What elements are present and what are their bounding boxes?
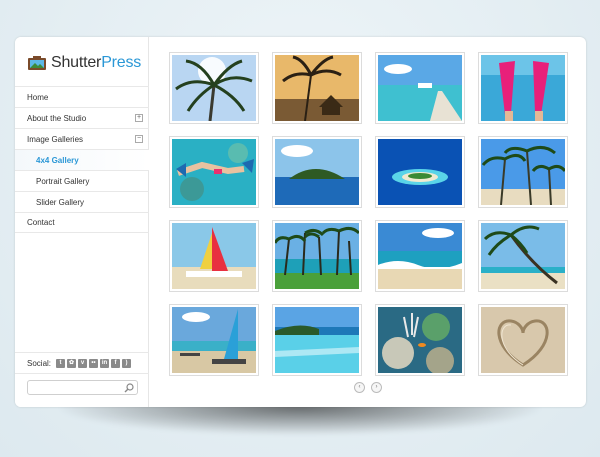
menu-item-label: Portrait Gallery xyxy=(36,176,90,186)
gallery-thumbnail[interactable] xyxy=(272,304,362,376)
gallery-thumbnail[interactable] xyxy=(375,304,465,376)
collapse-icon[interactable]: − xyxy=(135,135,143,143)
tumblr-icon[interactable]: t xyxy=(56,358,66,368)
rss-icon[interactable]: ) xyxy=(122,358,132,368)
gallery-thumbnail[interactable] xyxy=(272,220,362,292)
facebook-icon[interactable]: f xyxy=(111,358,121,368)
menu-item-label: Image Galleries xyxy=(27,134,84,144)
gallery-thumbnail[interactable] xyxy=(478,136,568,208)
menu-item-home[interactable]: Home xyxy=(15,86,149,107)
gallery-thumbnail[interactable] xyxy=(169,220,259,292)
prev-page-button[interactable]: ‹ xyxy=(354,382,365,393)
photo-heart-in-sand xyxy=(481,307,565,373)
social-label: Social: xyxy=(27,358,52,368)
photo-sailboat-beach xyxy=(172,223,256,289)
social-icons: t ✿ v •• in f) xyxy=(56,358,133,368)
gallery-thumbnail[interactable] xyxy=(478,304,568,376)
main-menu: Home About the Studio + Image Galleries − 4x4… xyxy=(15,86,149,233)
gallery-pager: ‹ › xyxy=(354,382,388,393)
menu-item-about-the-studio[interactable]: About the Studio + xyxy=(15,107,149,128)
menu-item-contact[interactable]: Contact xyxy=(15,212,149,233)
search-box xyxy=(27,380,138,398)
photo-catamaran-shore xyxy=(172,307,256,373)
photo-palm-sunset-hut xyxy=(275,55,359,121)
gallery-thumbnail[interactable] xyxy=(375,220,465,292)
gallery-thumbnail[interactable] xyxy=(375,136,465,208)
photo-coral-reef xyxy=(378,307,462,373)
photo-pier-sea xyxy=(378,55,462,121)
photo-palm-lined-shore xyxy=(275,223,359,289)
gallery-thumbnail[interactable] xyxy=(169,52,259,124)
main-panel: ShutterPress Home About the Studio + Image … xyxy=(15,37,586,407)
photo-leaning-palm xyxy=(481,223,565,289)
photo-atoll-aerial xyxy=(378,139,462,205)
logo-text: ShutterPress xyxy=(51,54,141,72)
menu-item-image-galleries[interactable]: Image Galleries − xyxy=(15,128,149,149)
camera-logo-icon xyxy=(27,55,47,71)
photo-wave-beach xyxy=(378,223,462,289)
gallery-thumbnail[interactable] xyxy=(169,136,259,208)
gallery-thumbnail[interactable] xyxy=(478,220,568,292)
photo-snorkeler-reef xyxy=(172,139,256,205)
menu-item-label: About the Studio xyxy=(27,113,87,123)
menu-item-label: Slider Gallery xyxy=(36,197,85,207)
site-logo[interactable]: ShutterPress xyxy=(27,52,141,74)
gallery-thumbnail[interactable] xyxy=(375,52,465,124)
sidebar: ShutterPress Home About the Studio + Image … xyxy=(15,37,149,407)
gallery-thumbnail[interactable] xyxy=(272,136,362,208)
linkedin-icon[interactable]: in xyxy=(100,358,110,368)
photo-palms-beach xyxy=(481,139,565,205)
expand-icon[interactable]: + xyxy=(135,114,143,122)
gallery-thumbnail[interactable] xyxy=(478,52,568,124)
vimeo-icon[interactable]: v xyxy=(78,358,88,368)
logo-word-shutter: Shutter xyxy=(51,54,102,71)
next-page-button[interactable]: › xyxy=(371,382,382,393)
social-bar: Social: t ✿ v •• in f) xyxy=(15,352,149,374)
flickr-icon[interactable]: •• xyxy=(89,358,99,368)
menu-item-label: Home xyxy=(27,92,49,102)
photo-island-blue-sea xyxy=(275,139,359,205)
gallery-thumbnail[interactable] xyxy=(272,52,362,124)
menu-item-label: Contact xyxy=(27,218,55,227)
menu-item-4x4-gallery[interactable]: 4x4 Gallery xyxy=(15,149,149,170)
menu-item-portrait-gallery[interactable]: Portrait Gallery xyxy=(15,170,149,191)
photo-pink-flippers xyxy=(481,55,565,121)
menu-item-label: 4x4 Gallery xyxy=(36,155,79,165)
menu-item-slider-gallery[interactable]: Slider Gallery xyxy=(15,191,149,212)
gallery-thumbnail[interactable] xyxy=(169,304,259,376)
dribbble-icon[interactable]: ✿ xyxy=(67,358,77,368)
search-icon[interactable] xyxy=(124,383,134,393)
logo-word-press: Press xyxy=(101,54,142,71)
search-input[interactable] xyxy=(28,385,120,398)
photo-infinity-pool xyxy=(275,307,359,373)
photo-palm-sun-sky xyxy=(172,55,256,121)
